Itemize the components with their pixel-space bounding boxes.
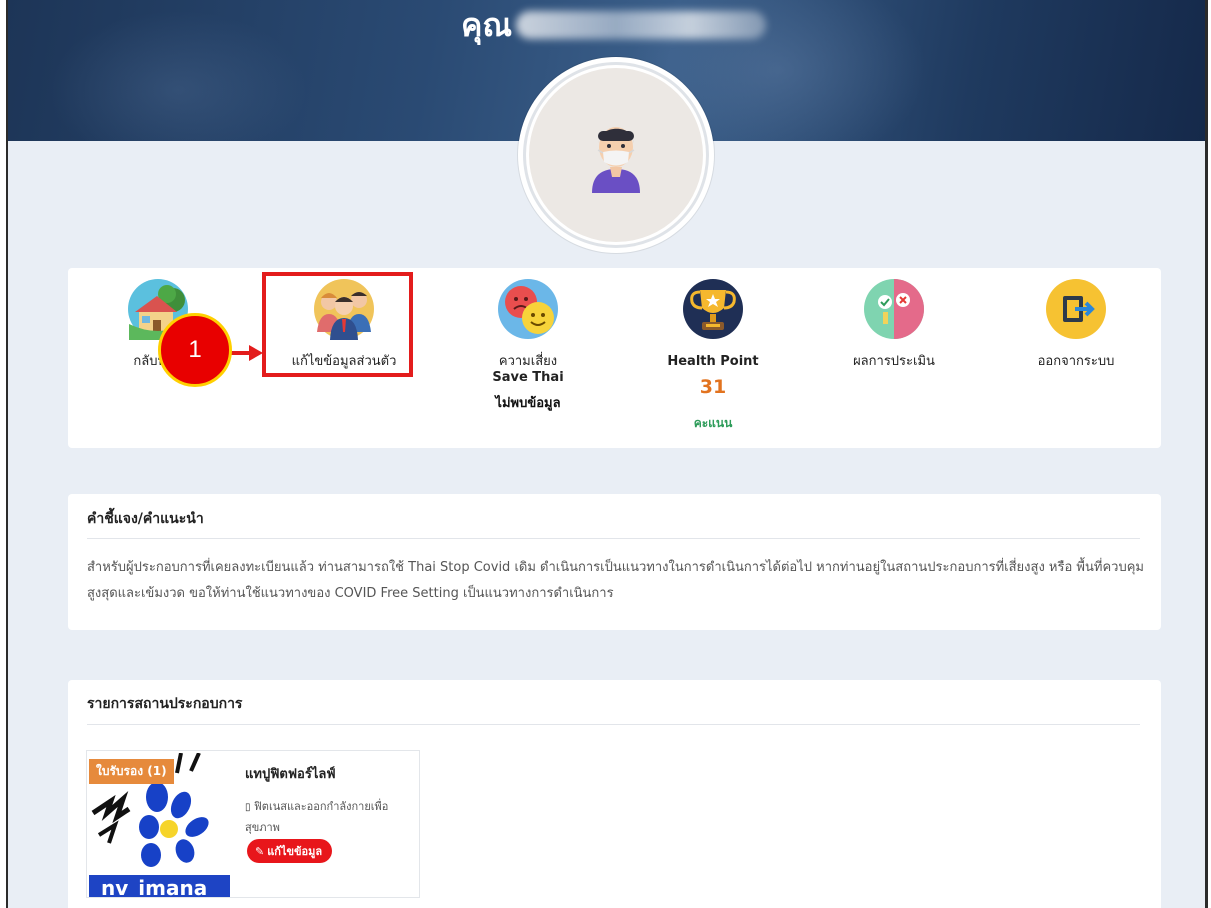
risk-faces-icon [497,278,559,340]
menu-item-label: ความเสี่ยง [498,354,558,369]
instructions-body: สำหรับผู้ประกอบการที่เคยลงทะเบียนแล้ว ท่… [87,560,1144,601]
page: คุณ แก้ไขข้อมูลส่วนตัว ความเสี่ยง Save T… [8,0,1205,908]
menu-item-health-point[interactable]: Health Point 31 คะแนน [623,278,803,433]
certificate-badge: ใบรับรอง (1) [89,759,174,784]
step-highlight-box [262,272,413,377]
health-point-value: 31 [699,376,727,398]
logout-icon [1045,278,1107,340]
trophy-icon [682,278,744,340]
masked-person-icon [592,127,640,193]
user-name-title: คุณ [461,4,767,46]
card-title: คำชี้แจง/คำแนะนำ [87,511,204,527]
business-thumbnail[interactable]: nv_imana ใบรับรอง (1) [89,753,230,897]
banner-shade [48,10,308,141]
avatar-image [526,65,706,245]
step-number-badge: 1 [158,313,232,387]
menu-item-logout[interactable]: ออกจากระบบ [986,278,1166,370]
card-title: รายการสถานประกอบการ [87,696,243,712]
menu-item-label: ออกจากระบบ [1037,354,1115,369]
menu-item-label: ผลการประเมิน [853,354,935,369]
menu-item-sublabel: Save Thai [492,370,564,385]
frame-border [1205,0,1208,908]
step-arrow-icon [229,345,263,361]
instructions-card: คำชี้แจง/คำแนะนำ สำหรับผู้ประกอบการที่เค… [68,494,1161,630]
health-point-unit: คะแนน [693,416,733,430]
frame-border [6,0,8,908]
business-name[interactable]: แทปูฟิตฟอร์ไลฟ์ [245,763,336,784]
edit-business-button[interactable]: ✎ แก้ไขข้อมูล [247,839,333,863]
business-category-text: ฟิตเนสและออกกำลังกายเพื่อสุขภาพ [245,800,389,834]
menu-item-risk[interactable]: ความเสี่ยง Save Thai ไม่พบข้อมูล [438,278,618,413]
thumbnail-text: nv_imana [101,876,207,897]
screenshot-frame: คุณ แก้ไขข้อมูลส่วนตัว ความเสี่ยง Save T… [0,0,1211,908]
divider [87,538,1140,539]
business-category: ▯ ฟิตเนสและออกกำลังกายเพื่อสุขภาพ [245,797,415,838]
business-card[interactable]: nv_imana ใบรับรอง (1) แทปูฟิตฟอร์ไลฟ์ ▯ … [86,750,420,898]
blurred-user-name [516,11,767,39]
avatar [518,57,714,253]
edit-button-label: แก้ไขข้อมูล [267,845,323,858]
divider [87,724,1140,725]
menu-item-evaluation[interactable]: ผลการประเมิน [804,278,984,370]
honorific: คุณ [461,5,513,44]
folder-icon: ▯ [245,802,251,813]
risk-status: ไม่พบข้อมูล [495,396,561,411]
business-list-card: รายการสถานประกอบการ nv_imana ใบรับรอง (1… [68,680,1161,908]
evaluation-icon [863,278,925,340]
menu-item-label: Health Point [667,354,759,369]
pencil-icon: ✎ [255,844,265,858]
